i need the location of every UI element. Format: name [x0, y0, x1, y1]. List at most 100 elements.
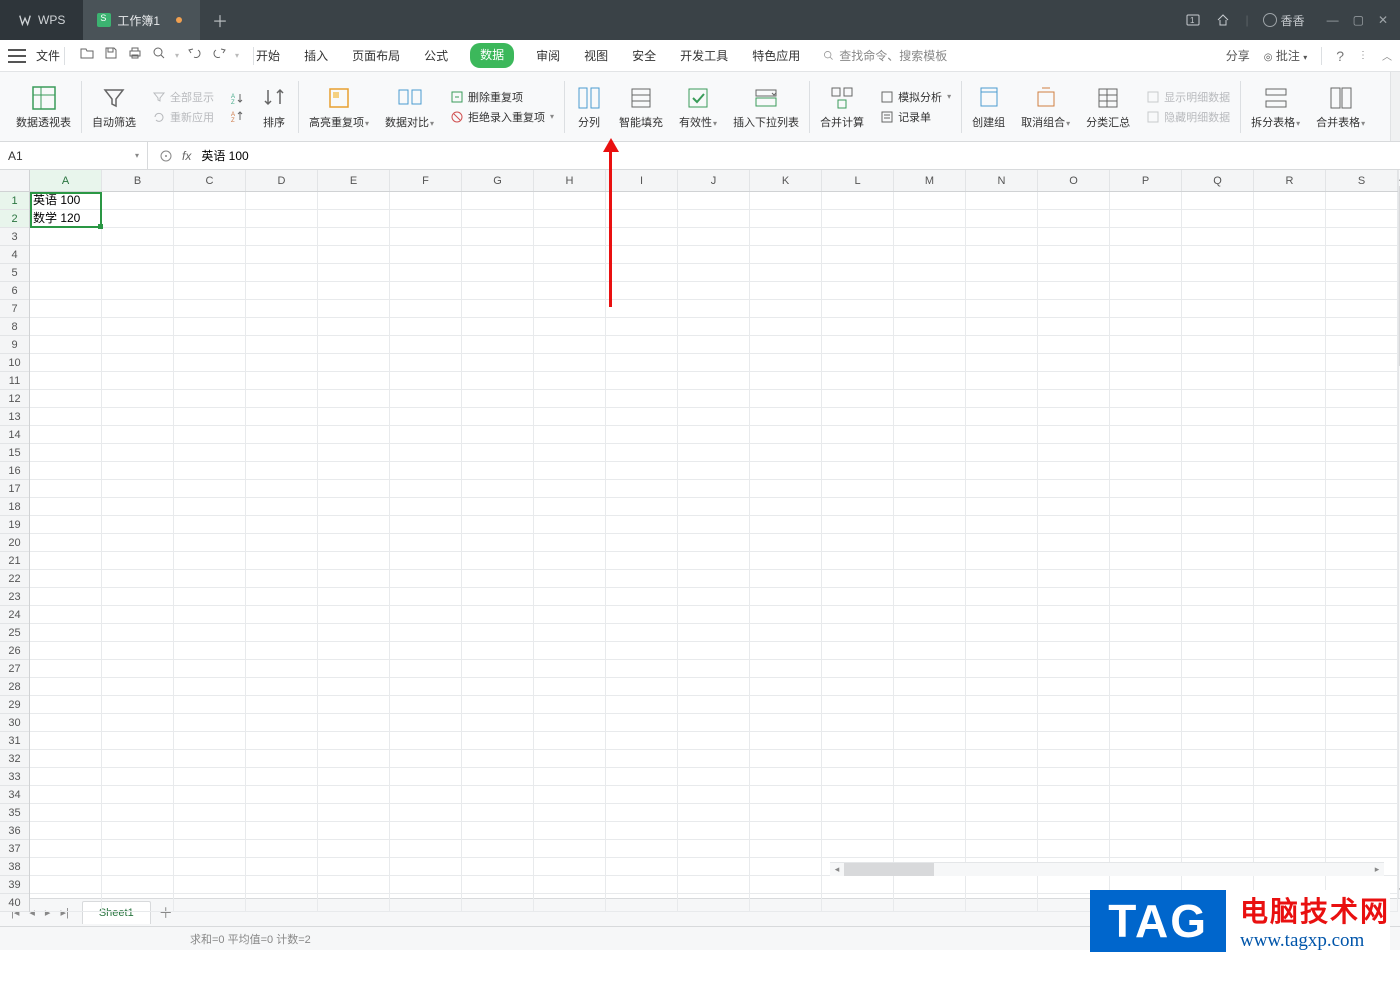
scroll-right-icon[interactable]: ▸: [1370, 864, 1384, 875]
cell[interactable]: [390, 192, 462, 210]
cell[interactable]: [102, 552, 174, 570]
cell[interactable]: [534, 624, 606, 642]
cell[interactable]: [30, 786, 102, 804]
col-header[interactable]: I: [606, 170, 678, 191]
cell[interactable]: [606, 696, 678, 714]
cell[interactable]: [534, 246, 606, 264]
cell[interactable]: [1254, 300, 1326, 318]
cell[interactable]: [1038, 696, 1110, 714]
cell[interactable]: [1182, 696, 1254, 714]
cell[interactable]: [30, 606, 102, 624]
cell[interactable]: [174, 390, 246, 408]
cell[interactable]: [1182, 840, 1254, 858]
cell[interactable]: [390, 462, 462, 480]
cell[interactable]: [30, 876, 102, 894]
cell[interactable]: [1326, 678, 1398, 696]
cell[interactable]: [678, 606, 750, 624]
cell[interactable]: [30, 696, 102, 714]
ungroup-button[interactable]: 取消组合▾: [1013, 72, 1078, 141]
cell[interactable]: [894, 390, 966, 408]
cell[interactable]: [1254, 390, 1326, 408]
cell[interactable]: [1182, 498, 1254, 516]
highlight-dup-button[interactable]: 高亮重复项▾: [301, 72, 377, 141]
cell[interactable]: [462, 354, 534, 372]
cell[interactable]: [246, 480, 318, 498]
cell[interactable]: [678, 300, 750, 318]
cell[interactable]: [1182, 570, 1254, 588]
cell[interactable]: [318, 624, 390, 642]
cell[interactable]: [246, 372, 318, 390]
cell[interactable]: [390, 354, 462, 372]
cell[interactable]: [174, 876, 246, 894]
cell[interactable]: [390, 840, 462, 858]
cell[interactable]: [822, 408, 894, 426]
tab-view[interactable]: 视图: [582, 43, 610, 68]
cell[interactable]: [1254, 318, 1326, 336]
close-button[interactable]: ✕: [1378, 13, 1388, 27]
cell[interactable]: [1182, 552, 1254, 570]
cell[interactable]: [1254, 408, 1326, 426]
cell[interactable]: [606, 210, 678, 228]
cell[interactable]: [678, 588, 750, 606]
horizontal-scrollbar[interactable]: ◂ ▸: [830, 862, 1384, 876]
cell[interactable]: [462, 246, 534, 264]
pivot-table-button[interactable]: 数据透视表: [8, 72, 79, 141]
cell[interactable]: [246, 822, 318, 840]
cell[interactable]: [390, 516, 462, 534]
cell[interactable]: [606, 336, 678, 354]
scroll-left-icon[interactable]: ◂: [830, 864, 844, 875]
cell[interactable]: [102, 804, 174, 822]
cell[interactable]: [1254, 534, 1326, 552]
cell[interactable]: [894, 300, 966, 318]
cell[interactable]: [1326, 390, 1398, 408]
cell[interactable]: [1326, 768, 1398, 786]
cell[interactable]: [1254, 516, 1326, 534]
cell[interactable]: [966, 822, 1038, 840]
cell[interactable]: [174, 498, 246, 516]
hamburger-icon[interactable]: [8, 49, 26, 63]
cell[interactable]: [246, 354, 318, 372]
cell[interactable]: [750, 552, 822, 570]
maximize-button[interactable]: ▢: [1353, 13, 1364, 27]
cell[interactable]: [30, 444, 102, 462]
row-header[interactable]: 9: [0, 336, 29, 354]
cell[interactable]: [30, 408, 102, 426]
formula-input[interactable]: [199, 147, 1390, 165]
cell[interactable]: [678, 318, 750, 336]
command-search[interactable]: 查找命令、搜索模板: [822, 47, 947, 64]
row-header[interactable]: 20: [0, 534, 29, 552]
split-tables-button[interactable]: 拆分表格▾: [1243, 72, 1308, 141]
cell[interactable]: [174, 840, 246, 858]
cell[interactable]: [894, 750, 966, 768]
cell[interactable]: [1254, 768, 1326, 786]
cell[interactable]: [750, 894, 822, 912]
app-brand[interactable]: WPS: [0, 0, 83, 40]
cell[interactable]: [822, 444, 894, 462]
cell[interactable]: [246, 462, 318, 480]
cell[interactable]: [318, 804, 390, 822]
cell[interactable]: [1038, 840, 1110, 858]
cell[interactable]: [1182, 408, 1254, 426]
cell[interactable]: [1254, 642, 1326, 660]
cell[interactable]: [102, 822, 174, 840]
cell[interactable]: [606, 192, 678, 210]
cell[interactable]: [174, 696, 246, 714]
cell[interactable]: [894, 210, 966, 228]
cell[interactable]: [750, 624, 822, 642]
cell[interactable]: [462, 750, 534, 768]
cell[interactable]: [1038, 588, 1110, 606]
col-header[interactable]: D: [246, 170, 318, 191]
cell[interactable]: [462, 858, 534, 876]
cell[interactable]: [894, 228, 966, 246]
cell[interactable]: [1254, 822, 1326, 840]
cell[interactable]: [1254, 840, 1326, 858]
cell[interactable]: [102, 228, 174, 246]
cell[interactable]: [534, 408, 606, 426]
cell[interactable]: [1182, 282, 1254, 300]
tab-devtools[interactable]: 开发工具: [678, 43, 730, 68]
cell[interactable]: [1182, 516, 1254, 534]
cell[interactable]: [246, 804, 318, 822]
cell[interactable]: [966, 732, 1038, 750]
row-header[interactable]: 12: [0, 390, 29, 408]
cell[interactable]: [390, 480, 462, 498]
